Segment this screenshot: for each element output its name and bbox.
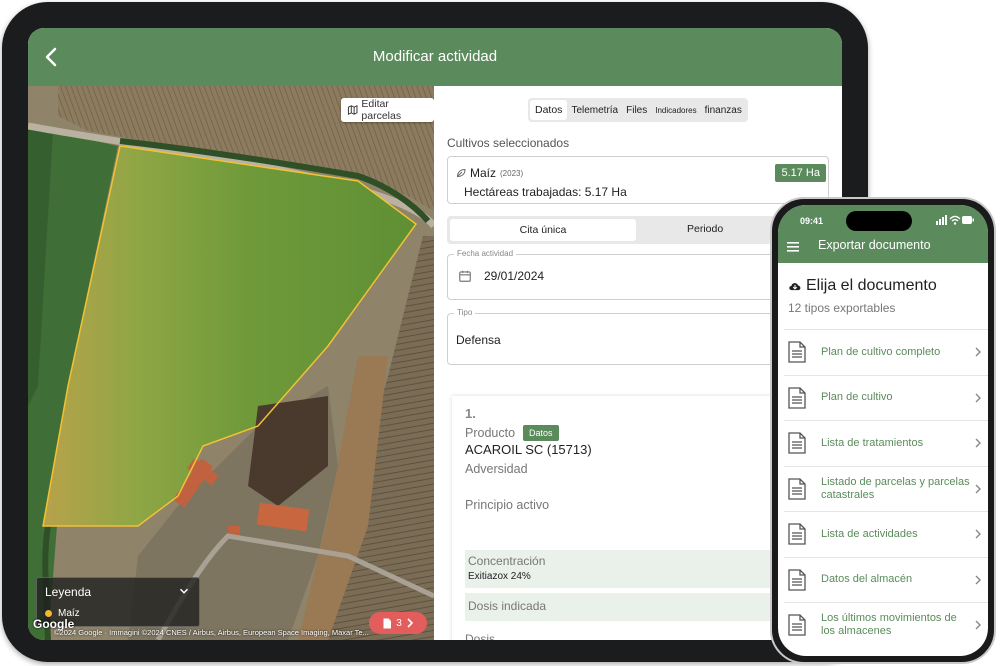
phone-title: Exportar documento [818,238,931,252]
list-item[interactable]: Datos del almacén [784,556,988,603]
page-title: Modificar actividad [372,48,498,65]
list-item-label: Los últimos movimientos de los almacenes [821,612,957,638]
legend-title: Leyenda [45,585,92,599]
segment-cita-unica[interactable]: Cita única [450,219,636,241]
list-item-label: Listado de parcelas y parcelas catastral… [821,475,970,501]
chevron-down-icon[interactable] [177,584,191,598]
document-icon [788,386,806,409]
cultivos-label: Cultivos seleccionados [447,136,570,150]
concentracion-value: Exitiazox 24% [468,571,531,582]
product-number: 1. [465,406,476,421]
product-label: Producto [465,426,516,440]
list-item-label: Plan de cultivo [821,391,893,404]
edit-parcels-button[interactable]: Editar parcelas [341,98,434,122]
product-name: ACAROIL SC (15713) [465,442,592,457]
chevron-right-icon [975,575,981,584]
concentracion-label: Concentración [468,554,546,568]
chevron-right-icon [975,438,981,448]
dosis-label: Dosis indicada [468,599,547,613]
satellite-imagery [28,86,434,640]
app-header: Modificar actividad [28,28,842,86]
adversidad-label: Adversidad [465,462,528,476]
crop-year: (2023) [500,168,524,178]
map-icon [347,104,358,116]
list-item[interactable]: Los últimos movimientos de los almacenes [784,602,988,648]
list-item[interactable]: Listado de parcelas y parcelas catastral… [784,465,988,512]
chevron-right-icon [975,620,981,630]
crop-name: Maíz [470,166,497,180]
list-item-label: Plan de cultivo completo [821,345,941,358]
document-icon [788,568,806,591]
tab-datos[interactable]: Datos [530,100,568,120]
crop-card[interactable]: Maíz (2023) Hectáreas trabajadas: 5.17 H… [447,156,829,204]
tablet-device: Modificar actividad Editar parcelas Leye… [2,2,868,662]
form-tabs: Datos Telemetría Files Indicadores finan… [528,98,748,122]
next-field-label: Dosis... [465,632,506,640]
satellite-map[interactable]: Editar parcelas Leyenda Maíz Google ©202… [28,86,434,640]
document-icon [383,618,392,628]
status-time: 09:41 [800,216,824,226]
document-icon [788,523,806,545]
tab-telemetria[interactable]: Telemetría [567,100,622,120]
fecha-label: Fecha actividad [454,249,517,258]
parcel-count: 3 [396,617,402,629]
calendar-icon [459,270,471,282]
document-icon [788,614,806,636]
worked-hectares: Hectáreas trabajadas: 5.17 Ha [464,185,627,199]
tab-files[interactable]: Files [622,100,651,120]
tipo-label: Tipo [454,308,476,317]
tablet-screen: Modificar actividad Editar parcelas Leye… [28,28,842,640]
crop-title: Maíz (2023) [456,166,523,180]
list-item[interactable]: Plan de cultivo [784,374,988,421]
status-icons [936,215,974,225]
dynamic-island [846,211,912,231]
document-icon [788,477,806,500]
principio-activo-label: Principio activo [465,498,550,512]
edit-parcels-label: Editar parcelas [361,98,402,122]
chevron-right-icon [975,393,981,402]
tab-indicadores[interactable]: Indicadores [651,100,700,120]
parcel-count-button[interactable]: 3 [369,612,427,634]
cloud-download-icon [789,283,801,291]
product-datos-badge[interactable]: Datos [523,425,559,441]
chevron-right-icon [975,347,981,357]
area-badge: 5.17 Ha [775,164,826,182]
phone-device: 09:41 Exportar documento Elija el docume… [770,197,996,664]
legend-dot [45,610,52,617]
document-icon [788,432,806,454]
stage: Modificar actividad Editar parcelas Leye… [0,0,1000,666]
phone-screen: 09:41 Exportar documento Elija el docume… [778,205,988,656]
leaf-icon [456,168,466,178]
doc-heading-text: Elija el documento [806,277,937,294]
doc-subheading: 12 tipos exportables [788,301,896,315]
map-copyright: ©2024 Google · Immagini ©2024 CNES / Air… [54,628,369,637]
list-item[interactable]: Lista de actividades [784,511,988,557]
chevron-right-icon [975,529,981,539]
doc-heading: Elija el documento [788,277,937,295]
chevron-right-icon [407,618,413,628]
segment-periodo[interactable]: Periodo [687,223,723,235]
chevron-right-icon [975,484,981,493]
list-item-label: Datos del almacén [821,573,913,586]
tab-finanzas[interactable]: finanzas [701,100,746,120]
list-item-label: Lista de actividades [821,527,918,540]
hamburger-menu-icon[interactable] [786,240,800,254]
list-item[interactable]: Lista de tratamientos [784,420,988,466]
phone-header: 09:41 Exportar documento [778,205,988,263]
document-icon [788,341,806,363]
tipo-value: Defensa [456,333,501,347]
document-list: Plan de cultivo completo Plan de cultivo… [784,329,988,648]
list-item-label: Lista de tratamientos [821,436,924,449]
fecha-value: 29/01/2024 [484,269,545,283]
list-item[interactable]: Plan de cultivo completo [784,329,988,375]
